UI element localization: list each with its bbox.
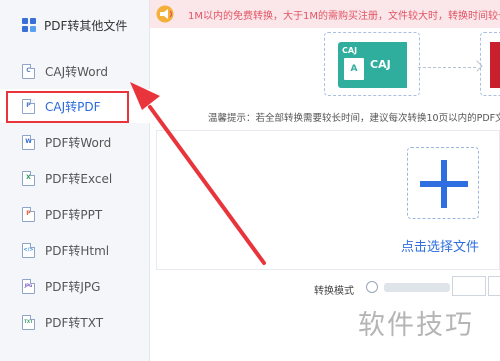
caj-label: CAJ bbox=[370, 58, 391, 71]
sidebar-item-label: PDF转Excel bbox=[45, 171, 113, 186]
word-file-icon: W bbox=[22, 134, 35, 150]
caj-format-card: CAJ A CAJ bbox=[338, 42, 407, 88]
annotation-highlight-box bbox=[6, 91, 129, 123]
megaphone-icon bbox=[156, 5, 174, 23]
sidebar: PDF转其他文件 C CAJ转Word P CAJ转PDF W PDF转Word… bbox=[0, 0, 150, 361]
plus-icon bbox=[420, 181, 468, 187]
conversion-dashed-line bbox=[418, 67, 476, 68]
sidebar-item-pdf-to-word[interactable]: W PDF转Word bbox=[0, 125, 150, 159]
watermark-text: 软件技巧 bbox=[358, 310, 474, 341]
sidebar-item-pdf-to-jpg[interactable]: JPG PDF转JPG bbox=[0, 269, 150, 303]
sidebar-item-label: CAJ转Word bbox=[45, 64, 108, 79]
conversion-mode-label: 转换模式 bbox=[314, 286, 354, 297]
sidebar-item-pdf-to-html[interactable]: </> PDF转Html bbox=[0, 233, 150, 267]
ppt-file-icon: P bbox=[22, 206, 35, 222]
sidebar-title: PDF转其他文件 bbox=[44, 18, 128, 33]
txt-file-icon: TXT bbox=[22, 314, 35, 330]
jpg-file-icon: JPG bbox=[22, 278, 35, 294]
notice-bar: 1M以内的免费转换，大于1M的需购买注册，文件较大时，转换时间较长。 bbox=[150, 0, 500, 28]
sidebar-header: PDF转其他文件 bbox=[0, 0, 150, 50]
page-input-end[interactable] bbox=[488, 276, 500, 296]
pdf-format-card bbox=[490, 42, 500, 88]
sidebar-item-pdf-to-ppt[interactable]: P PDF转PPT bbox=[0, 197, 150, 231]
html-file-icon: </> bbox=[22, 242, 35, 258]
page-input[interactable] bbox=[452, 276, 486, 296]
apps-grid-icon bbox=[22, 18, 36, 32]
mode-radio[interactable] bbox=[366, 281, 378, 293]
document-icon: A bbox=[344, 58, 364, 80]
sidebar-item-label: PDF转Word bbox=[45, 135, 112, 150]
caj-badge: CAJ bbox=[342, 46, 358, 55]
tip-text: 温馨提示：若全部转换需要较长时间，建议每次转换10页以内的PDF文件 bbox=[208, 113, 500, 124]
caj-file-icon: C bbox=[22, 63, 35, 79]
sidebar-item-label: PDF转Html bbox=[45, 243, 110, 258]
select-file-link[interactable]: 点击选择文件 bbox=[401, 236, 479, 255]
sidebar-item-pdf-to-excel[interactable]: X PDF转Excel bbox=[0, 161, 150, 195]
sidebar-item-label: PDF转PPT bbox=[45, 207, 103, 222]
sidebar-item-pdf-to-txt[interactable]: TXT PDF转TXT bbox=[0, 305, 150, 339]
sidebar-item-label: PDF转TXT bbox=[45, 315, 104, 330]
excel-file-icon: X bbox=[22, 170, 35, 186]
sidebar-item-caj-to-word[interactable]: C CAJ转Word bbox=[0, 54, 150, 88]
notice-text: 1M以内的免费转换，大于1M的需购买注册，文件较大时，转换时间较长。 bbox=[188, 10, 500, 22]
sidebar-item-label: PDF转JPG bbox=[45, 279, 101, 294]
mode-option-text bbox=[384, 283, 450, 292]
